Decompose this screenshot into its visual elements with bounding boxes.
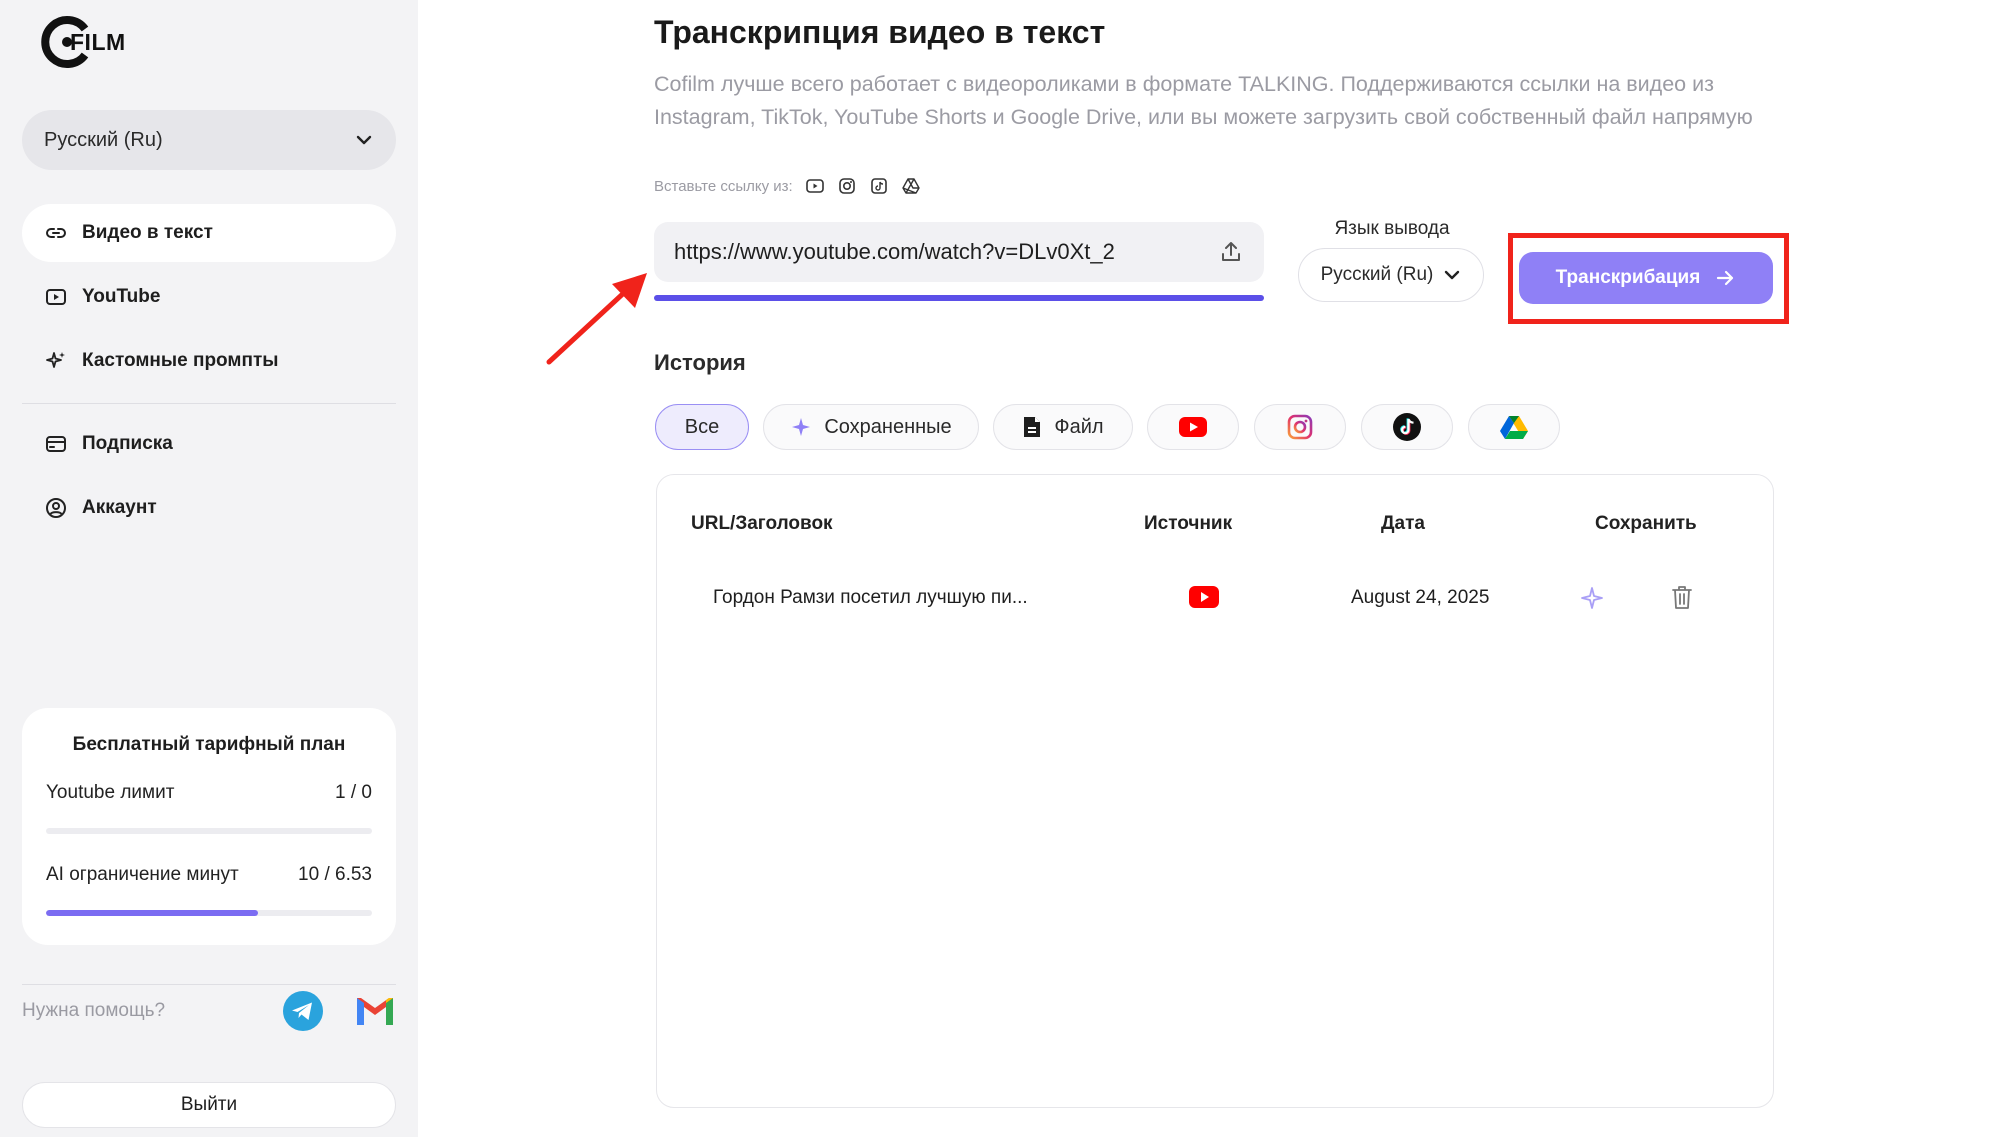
plan-card: Бесплатный тарифный план Youtube лимит 1…: [22, 708, 396, 945]
sparkles-icon: [46, 352, 65, 368]
sidebar-item-custom-prompts[interactable]: Кастомные промпты: [22, 332, 396, 390]
output-language-label: Язык вывода: [1334, 218, 1450, 239]
youtube-icon: [1188, 585, 1220, 615]
history-table: URL/Заголовок Источник Дата Сохранить Го…: [656, 474, 1774, 1108]
cofilm-logo[interactable]: FILM: [40, 14, 126, 70]
google-drive-icon: [1500, 415, 1528, 439]
google-drive-mini-icon: [901, 176, 921, 196]
chevron-down-icon: [1445, 270, 1460, 280]
plan-title: Бесплатный тарифный план: [72, 734, 346, 755]
column-header-source: Источник: [1144, 513, 1233, 534]
filter-youtube[interactable]: [1147, 404, 1239, 450]
row-date: August 24, 2025: [1351, 587, 1490, 608]
sidebar-item-youtube[interactable]: YouTube: [22, 268, 396, 326]
sidebar-item-label: Аккаунт: [82, 497, 157, 518]
upload-icon[interactable]: [1218, 239, 1244, 265]
trash-icon[interactable]: [1670, 584, 1694, 616]
link-icon: [46, 228, 66, 238]
output-language-select[interactable]: Русский (Ru): [1298, 248, 1484, 302]
row-title[interactable]: Гордон Рамзи посетил лучшую пи...: [713, 587, 1028, 609]
page-title: Транскрипция видео в текст: [654, 14, 1106, 50]
help-text: Нужна помощь?: [22, 1000, 166, 1021]
sidebar-item-label: Видео в текст: [82, 222, 213, 243]
user-circle-icon: [46, 498, 66, 518]
page-description: Cofilm лучше всего работает с видеоролик…: [654, 72, 1753, 129]
instagram-icon: [1287, 414, 1313, 440]
paste-from-row: Вставьте ссылку из:: [654, 176, 921, 196]
output-language-value: Русский (Ru): [1320, 264, 1434, 285]
filter-label: Все: [684, 415, 720, 438]
chevron-down-icon: [356, 135, 372, 145]
youtube-limit-row: Youtube лимит 1 / 0: [46, 782, 372, 804]
filter-file[interactable]: Файл: [993, 404, 1133, 450]
language-select[interactable]: Русский (Ru): [22, 110, 396, 170]
sidebar-item-label: YouTube: [82, 286, 161, 307]
sidebar-item-subscription[interactable]: Подписка: [22, 415, 396, 473]
ai-minutes-bar-fill: [46, 910, 258, 916]
telegram-icon[interactable]: [282, 990, 324, 1032]
filter-google-drive[interactable]: [1468, 404, 1560, 450]
column-header-save: Сохранить: [1595, 513, 1697, 534]
youtube-mini-icon: [805, 176, 825, 196]
annotation-arrow-icon: [546, 273, 647, 365]
url-input-underline: [654, 295, 1264, 301]
sparkle-icon: [792, 418, 811, 436]
save-sparkle-icon[interactable]: [1580, 586, 1604, 616]
gmail-icon[interactable]: [354, 994, 396, 1028]
sidebar-item-label: Подписка: [82, 433, 173, 454]
filter-all[interactable]: Все: [655, 404, 749, 450]
sidebar-item-video-to-text[interactable]: Видео в текст: [22, 204, 396, 262]
arrow-right-icon: [1717, 270, 1734, 286]
ai-minutes-bar: [46, 910, 372, 916]
filter-tiktok[interactable]: [1361, 404, 1453, 450]
language-select-value: Русский (Ru): [44, 128, 163, 151]
ai-minutes-row: AI ограничение минут 10 / 6.53: [46, 864, 372, 886]
filter-saved[interactable]: Сохраненные: [763, 404, 979, 450]
file-icon: [1024, 417, 1041, 437]
card-icon: [46, 436, 66, 452]
sidebar-item-label: Кастомные промпты: [82, 350, 279, 371]
filter-label: Сохраненные: [824, 415, 952, 438]
sidebar: FILM Русский (Ru) Видео в текст YouTube …: [0, 0, 418, 1137]
youtube-limit-value: 1 / 0: [335, 782, 372, 803]
play-square-icon: [46, 289, 66, 305]
logout-button[interactable]: Выйти: [22, 1082, 396, 1128]
column-header-url: URL/Заголовок: [691, 513, 833, 534]
instagram-mini-icon: [837, 176, 857, 196]
ai-minutes-label: AI ограничение минут: [46, 864, 239, 885]
transcribe-button[interactable]: Транскрибация: [1519, 252, 1773, 304]
filter-instagram[interactable]: [1254, 404, 1346, 450]
help-row: Нужна помощь?: [22, 990, 396, 1032]
transcribe-button-label: Транскрибация: [1555, 267, 1701, 288]
column-header-date: Дата: [1381, 513, 1425, 534]
sidebar-divider: [22, 984, 396, 985]
filter-label: Файл: [1054, 415, 1104, 438]
video-url-input[interactable]: https://www.youtube.com/watch?v=DLv0Xt_2: [654, 222, 1264, 282]
youtube-icon: [1179, 417, 1207, 437]
paste-from-label: Вставьте ссылку из:: [654, 177, 793, 195]
tiktok-icon: [1393, 413, 1421, 441]
tiktok-mini-icon: [869, 176, 889, 196]
sidebar-divider: [22, 403, 396, 404]
video-url-value: https://www.youtube.com/watch?v=DLv0Xt_2: [674, 239, 1115, 264]
youtube-limit-label: Youtube лимит: [46, 782, 175, 803]
history-title: История: [654, 350, 746, 375]
youtube-limit-bar: [46, 828, 372, 834]
sidebar-item-account[interactable]: Аккаунт: [22, 479, 396, 537]
ai-minutes-value: 10 / 6.53: [298, 864, 372, 885]
logo-mark-icon: [40, 15, 94, 69]
